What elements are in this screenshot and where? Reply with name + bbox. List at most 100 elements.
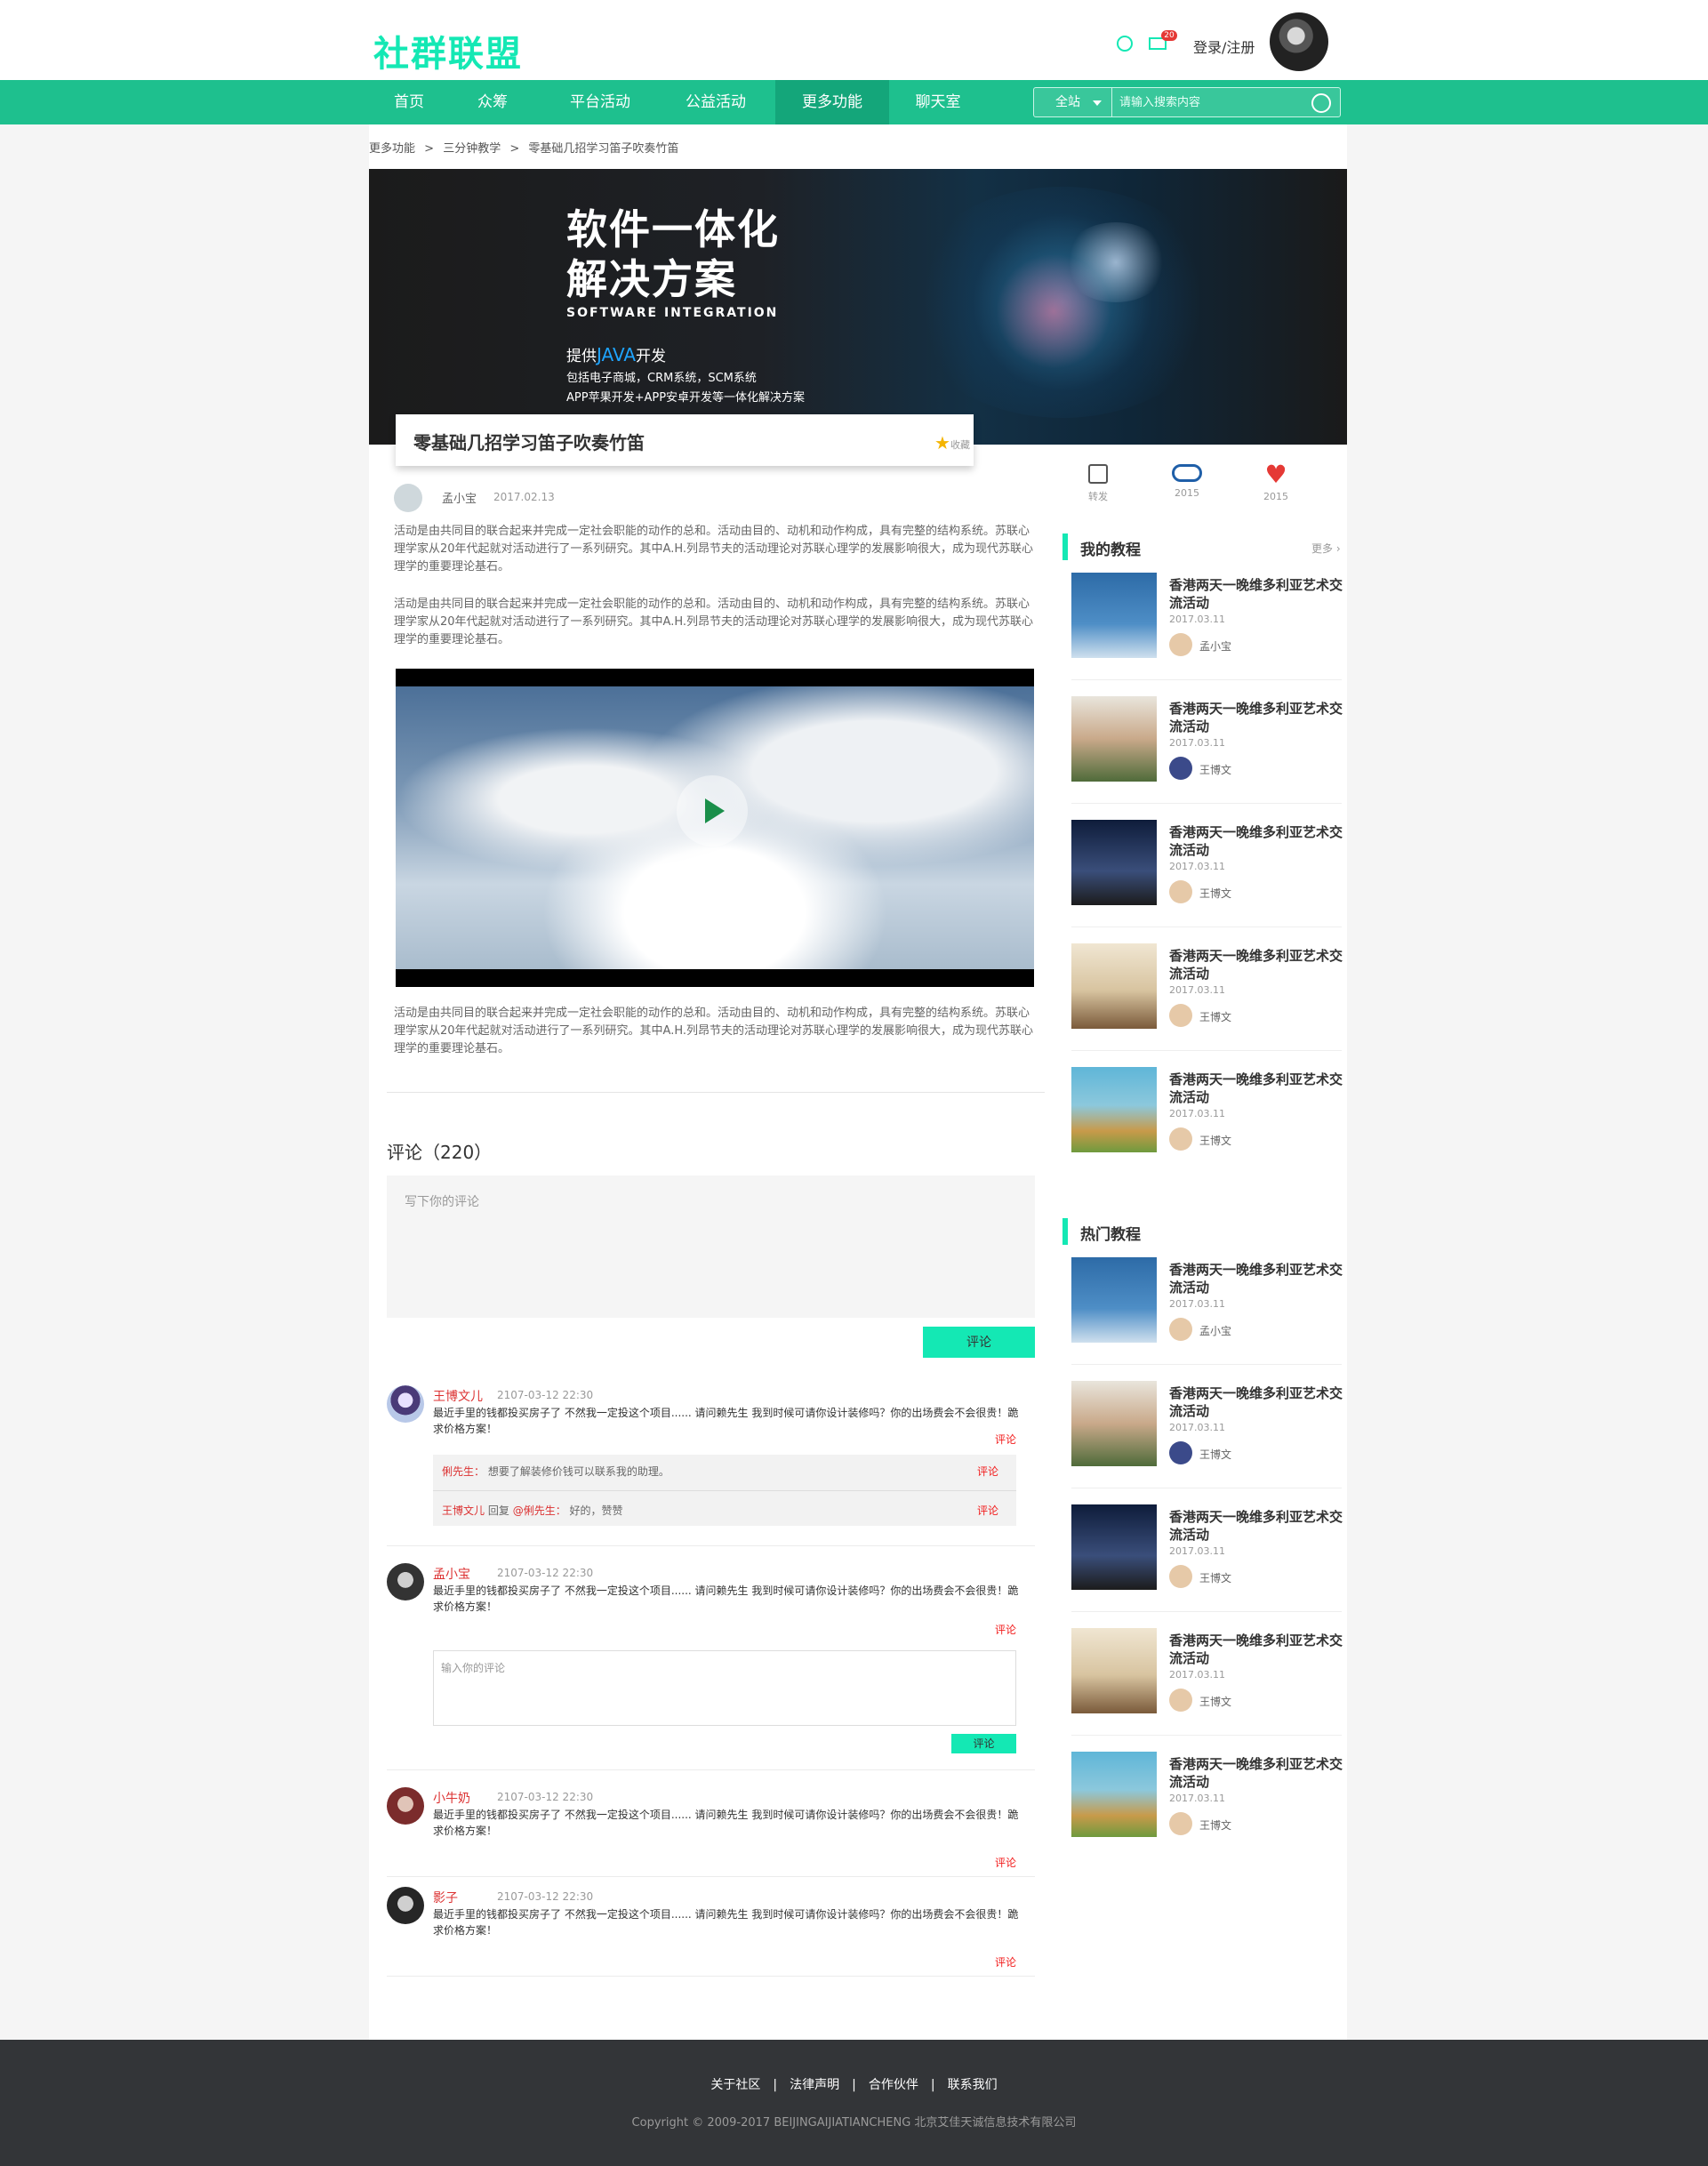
card-author-avatar[interactable] <box>1169 1441 1192 1464</box>
card-thumbnail[interactable] <box>1071 820 1157 905</box>
card-author-avatar[interactable] <box>1169 1004 1192 1027</box>
nav-item-crowdfunding[interactable]: 众筹 <box>457 80 528 124</box>
video-player[interactable] <box>396 669 1034 987</box>
chevron-down-icon[interactable] <box>1093 100 1102 106</box>
comment-reply-link[interactable]: 评论 <box>995 1622 1016 1637</box>
reply-user[interactable]: 王博文儿 <box>442 1504 485 1517</box>
card-author[interactable]: 王博文 <box>1199 1694 1231 1709</box>
star-icon[interactable]: ★ <box>934 432 950 453</box>
author-avatar[interactable] <box>394 484 422 512</box>
breadcrumb-three-minute-teaching[interactable]: 三分钟教学 <box>443 142 501 156</box>
card-author-avatar[interactable] <box>1169 880 1192 903</box>
footer-links: 关于社区 | 法律声明 | 合作伙伴 | 联系我们 <box>0 2075 1708 2093</box>
card-author[interactable]: 王博文 <box>1199 886 1231 901</box>
nav-item-platform-activities[interactable]: 平台活动 <box>553 80 647 124</box>
article-paragraph: 活动是由共同目的联合起来并完成一定社会职能的动作的总和。活动由目的、动机和动作构… <box>394 525 1034 574</box>
share-action[interactable]: 转发 <box>1071 464 1125 503</box>
card-title[interactable]: 香港两天一晚维多利亚艺术交流活动 <box>1169 700 1343 735</box>
card-thumbnail[interactable] <box>1071 943 1157 1029</box>
favorite-label[interactable]: 收藏 <box>950 437 970 452</box>
comment-avatar[interactable] <box>387 1563 424 1600</box>
nav-item-home[interactable]: 首页 <box>373 80 445 124</box>
divider <box>1071 803 1342 804</box>
card-title[interactable]: 香港两天一晚维多利亚艺术交流活动 <box>1169 947 1343 983</box>
nav-item-charity-activities[interactable]: 公益活动 <box>669 80 763 124</box>
card-author-avatar[interactable] <box>1169 633 1192 656</box>
card-title[interactable]: 香港两天一晚维多利亚艺术交流活动 <box>1169 823 1343 859</box>
comment-reply-link[interactable]: 评论 <box>995 1855 1016 1870</box>
search-input[interactable] <box>1119 88 1306 116</box>
card-thumbnail[interactable] <box>1071 1628 1157 1713</box>
user-avatar[interactable] <box>1270 12 1328 71</box>
card-title[interactable]: 香港两天一晚维多利亚艺术交流活动 <box>1169 1261 1343 1296</box>
card-author[interactable]: 王博文 <box>1199 1817 1231 1833</box>
card-thumbnail[interactable] <box>1071 1504 1157 1590</box>
more-link[interactable]: 更多 › <box>1311 541 1341 556</box>
card-author[interactable]: 王博文 <box>1199 1009 1231 1024</box>
comment-date: 2107-03-12 22:30 <box>497 1890 594 1903</box>
reply-link[interactable]: 评论 <box>977 1503 998 1518</box>
divider <box>1071 1611 1342 1612</box>
author-name[interactable]: 孟小宝 <box>442 489 477 506</box>
comment-action[interactable]: 2015 <box>1160 464 1214 499</box>
comment-author[interactable]: 影子 <box>433 1889 458 1906</box>
comment-submit-button[interactable]: 评论 <box>923 1327 1035 1358</box>
card-title[interactable]: 香港两天一晚维多利亚艺术交流活动 <box>1169 1632 1343 1667</box>
comment-author[interactable]: 孟小宝 <box>433 1565 470 1583</box>
article-date: 2017.02.13 <box>493 491 555 503</box>
card-thumbnail[interactable] <box>1071 1257 1157 1343</box>
comment-avatar[interactable] <box>387 1385 424 1423</box>
footer-link-partners[interactable]: 合作伙伴 <box>869 2078 918 2092</box>
reply-link[interactable]: 评论 <box>977 1464 998 1479</box>
footer-link-about[interactable]: 关于社区 <box>710 2078 760 2092</box>
divider <box>1071 1050 1342 1051</box>
reply-user[interactable]: 俐先生： <box>442 1465 485 1478</box>
comment-input[interactable] <box>405 1193 1018 1211</box>
breadcrumb-more-features[interactable]: 更多功能 <box>369 142 415 156</box>
card-author-avatar[interactable] <box>1169 1565 1192 1588</box>
card-thumbnail[interactable] <box>1071 573 1157 658</box>
card-author[interactable]: 王博文 <box>1199 762 1231 777</box>
comment-date: 2107-03-12 22:30 <box>497 1791 594 1803</box>
card-author-avatar[interactable] <box>1169 757 1192 780</box>
card-title[interactable]: 香港两天一晚维多利亚艺术交流活动 <box>1169 1755 1343 1791</box>
card-author[interactable]: 孟小宝 <box>1199 638 1231 654</box>
card-title[interactable]: 香港两天一晚维多利亚艺术交流活动 <box>1169 1384 1343 1420</box>
comment-author[interactable]: 王博文儿 <box>433 1387 483 1405</box>
reply-item: 王博文儿 回复 @俐先生： 好的，赞赞 <box>442 1503 623 1518</box>
nav-item-chatroom[interactable]: 聊天室 <box>898 80 978 124</box>
reply-submit-button[interactable]: 评论 <box>951 1734 1016 1753</box>
reply-target[interactable]: @俐先生： <box>513 1504 566 1517</box>
site-logo[interactable]: 社群联盟 <box>373 25 523 76</box>
card-author-avatar[interactable] <box>1169 1689 1192 1712</box>
nav-item-more-features[interactable]: 更多功能 <box>775 80 889 124</box>
card-author-avatar[interactable] <box>1169 1812 1192 1835</box>
footer-link-contact[interactable]: 联系我们 <box>948 2078 998 2092</box>
card-author-avatar[interactable] <box>1169 1318 1192 1341</box>
card-author[interactable]: 王博文 <box>1199 1447 1231 1462</box>
card-thumbnail[interactable] <box>1071 696 1157 782</box>
reply-textarea[interactable] <box>441 1660 1001 1713</box>
card-thumbnail[interactable] <box>1071 1381 1157 1466</box>
search-icon[interactable] <box>1311 93 1331 113</box>
settings-icon[interactable] <box>1117 36 1133 52</box>
card-title[interactable]: 香港两天一晚维多利亚艺术交流活动 <box>1169 1508 1343 1544</box>
card-author-avatar[interactable] <box>1169 1127 1192 1151</box>
card-author[interactable]: 王博文 <box>1199 1570 1231 1585</box>
card-title[interactable]: 香港两天一晚维多利亚艺术交流活动 <box>1169 576 1343 612</box>
card-title[interactable]: 香港两天一晚维多利亚艺术交流活动 <box>1169 1071 1343 1106</box>
login-register-link[interactable]: 登录/注册 <box>1193 36 1255 57</box>
footer-link-legal[interactable]: 法律声明 <box>790 2078 839 2092</box>
comment-avatar[interactable] <box>387 1787 424 1825</box>
comment-avatar[interactable] <box>387 1887 424 1924</box>
card-author[interactable]: 王博文 <box>1199 1133 1231 1148</box>
like-action[interactable]: ♥ 2015 <box>1249 462 1303 503</box>
play-icon[interactable] <box>677 775 748 846</box>
card-thumbnail[interactable] <box>1071 1752 1157 1837</box>
comment-reply-link[interactable]: 评论 <box>995 1432 1016 1447</box>
card-thumbnail[interactable] <box>1071 1067 1157 1152</box>
comment-author[interactable]: 小牛奶 <box>433 1789 470 1807</box>
card-date: 2017.03.11 <box>1169 861 1225 872</box>
comment-reply-link[interactable]: 评论 <box>995 1954 1016 1969</box>
card-author[interactable]: 孟小宝 <box>1199 1323 1231 1338</box>
